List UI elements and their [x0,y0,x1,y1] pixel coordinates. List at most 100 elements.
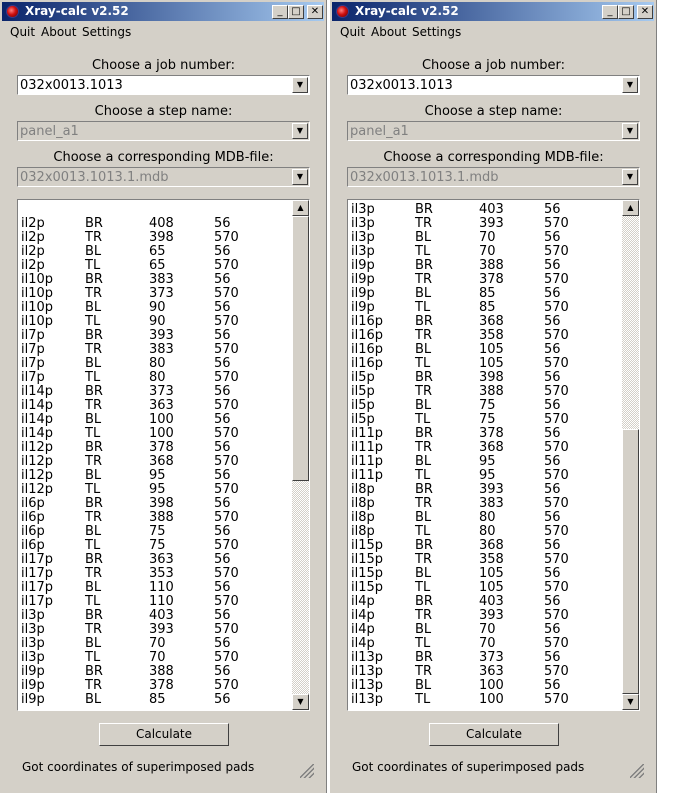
list-row[interactable]: il11p TL 95 570 [348,469,623,483]
dropdown-arrow-icon[interactable]: ▼ [292,77,308,93]
list-row[interactable]: il2p TL 65 570 [18,259,293,273]
scroll-down-icon[interactable]: ▼ [622,694,639,710]
list-row[interactable]: il6p BL 75 56 [18,525,293,539]
list-row[interactable]: il10p TL 90 570 [18,315,293,329]
list-row[interactable]: il9p TR 378 570 [18,679,293,693]
close-button[interactable]: ✕ [637,5,653,19]
list-row[interactable]: il9p TL 85 570 [348,301,623,315]
step-combobox[interactable]: panel_a1 ▼ [17,121,310,141]
list-row[interactable]: il3p TR 393 570 [18,623,293,637]
menu-about[interactable]: About [41,25,76,39]
list-row[interactable]: il8p BR 393 56 [348,483,623,497]
mdb-combobox[interactable]: 032x0013.1013.1.mdb ▼ [347,167,640,187]
list-row[interactable]: il11p TR 368 570 [348,441,623,455]
list-row[interactable]: il10p TR 373 570 [18,287,293,301]
scroll-up-icon[interactable]: ▲ [622,200,639,216]
list-row[interactable]: il2p BL 65 56 [18,245,293,259]
list-row[interactable]: il14p TR 363 570 [18,399,293,413]
list-row[interactable]: il9p BR 388 56 [348,259,623,273]
list-row[interactable]: il9p TR 378 570 [348,273,623,287]
list-row[interactable]: il10p BL 90 56 [18,301,293,315]
menu-quit[interactable]: Quit [340,25,365,39]
list-row[interactable]: il16p TL 105 570 [348,357,623,371]
list-row[interactable]: il16p TR 358 570 [348,329,623,343]
list-row[interactable]: il13p TR 363 570 [348,665,623,679]
dropdown-arrow-icon[interactable]: ▼ [292,123,308,139]
list-row[interactable]: il12p BL 95 56 [18,469,293,483]
minimize-button[interactable]: _ [602,5,618,19]
minimize-button[interactable]: _ [272,5,288,19]
list-row[interactable]: il5p TR 388 570 [348,385,623,399]
menu-settings[interactable]: Settings [82,25,131,39]
list-row[interactable]: il6p TL 75 570 [18,539,293,553]
list-row[interactable]: il2p BR 408 56 [18,217,293,231]
calculate-button[interactable]: Calculate [429,723,559,746]
resize-grip-icon[interactable] [300,764,314,778]
list-row[interactable]: il4p TR 393 570 [348,609,623,623]
list-row[interactable]: il15p TR 358 570 [348,553,623,567]
list-row[interactable]: il9p BL 85 56 [348,287,623,301]
list-row[interactable]: il15p TL 105 570 [348,581,623,595]
mdb-combobox[interactable]: 032x0013.1013.1.mdb ▼ [17,167,310,187]
maximize-button[interactable]: □ [618,5,634,19]
list-row[interactable]: il7p BL 80 56 [18,357,293,371]
list-row[interactable]: il5p TL 75 570 [348,413,623,427]
scroll-up-icon[interactable]: ▲ [292,200,309,216]
vertical-scrollbar[interactable]: ▲ ▼ [292,200,309,710]
list-row[interactable]: il16p BL 105 56 [348,343,623,357]
list-row[interactable]: il12p TL 95 570 [18,483,293,497]
list-row[interactable]: il12p BR 378 56 [18,441,293,455]
list-row[interactable]: il17p BR 363 56 [18,553,293,567]
job-combobox[interactable]: 032x0013.1013 ▼ [17,75,310,95]
list-row[interactable]: il14p TL 100 570 [18,427,293,441]
list-row[interactable]: il3p TR 393 570 [348,217,623,231]
list-row[interactable]: il12p TR 368 570 [18,455,293,469]
list-row[interactable]: il8p TR 383 570 [348,497,623,511]
list-row[interactable]: il15p BL 105 56 [348,567,623,581]
list-row[interactable]: il5p BR 398 56 [348,371,623,385]
job-combobox[interactable]: 032x0013.1013 ▼ [347,75,640,95]
dropdown-arrow-icon[interactable]: ▼ [622,77,638,93]
scroll-thumb[interactable] [622,429,639,694]
title-bar[interactable]: Xray-calc v2.52 _ □ ✕ [2,2,324,21]
list-row[interactable]: il7p BR 393 56 [18,329,293,343]
coordinates-list[interactable]: il3p BR 403 56 il3p TR 393 570 il3p BL 70 56 il3p TL 7… [347,199,640,711]
list-row[interactable]: il13p BL 100 56 [348,679,623,693]
list-row[interactable]: il4p TL 70 570 [348,637,623,651]
dropdown-arrow-icon[interactable]: ▼ [292,169,308,185]
list-row[interactable]: il2p TR 398 570 [18,231,293,245]
list-row[interactable]: il8p BL 80 56 [348,511,623,525]
list-row[interactable]: il4p BR 403 56 [348,595,623,609]
list-row[interactable]: il3p TL 70 570 [18,651,293,665]
close-button[interactable]: ✕ [307,5,323,19]
list-row[interactable]: il9p BL 85 56 [18,693,293,707]
coordinates-list[interactable]: il2p BR 408 56 il2p TR 398 570 il2p BL 65 56 il2p TL 6… [17,199,310,711]
list-row[interactable]: il3p BL 70 56 [348,231,623,245]
dropdown-arrow-icon[interactable]: ▼ [622,123,638,139]
maximize-button[interactable]: □ [288,5,304,19]
list-row[interactable]: il6p TR 388 570 [18,511,293,525]
list-row[interactable]: il7p TR 383 570 [18,343,293,357]
list-row[interactable]: il13p BR 373 56 [348,651,623,665]
scroll-down-icon[interactable]: ▼ [292,694,309,710]
list-row[interactable]: il14p BR 373 56 [18,385,293,399]
list-row[interactable]: il13p TL 100 570 [348,693,623,707]
list-row[interactable]: il7p TL 80 570 [18,371,293,385]
list-row[interactable]: il17p BL 110 56 [18,581,293,595]
list-row[interactable]: il17p TR 353 570 [18,567,293,581]
list-row[interactable]: il16p BR 368 56 [348,315,623,329]
list-row[interactable]: il9p BR 388 56 [18,665,293,679]
scroll-thumb[interactable] [292,216,309,481]
list-row[interactable]: il5p BL 75 56 [348,399,623,413]
list-row[interactable]: il11p BR 378 56 [348,427,623,441]
list-row[interactable]: il6p BR 398 56 [18,497,293,511]
menu-quit[interactable]: Quit [10,25,35,39]
calculate-button[interactable]: Calculate [99,723,229,746]
list-row[interactable]: il3p BR 403 56 [18,609,293,623]
list-row[interactable]: il3p TL 70 570 [348,245,623,259]
step-combobox[interactable]: panel_a1 ▼ [347,121,640,141]
dropdown-arrow-icon[interactable]: ▼ [622,169,638,185]
list-row[interactable]: il11p BL 95 56 [348,455,623,469]
menu-settings[interactable]: Settings [412,25,461,39]
list-row[interactable]: il14p BL 100 56 [18,413,293,427]
